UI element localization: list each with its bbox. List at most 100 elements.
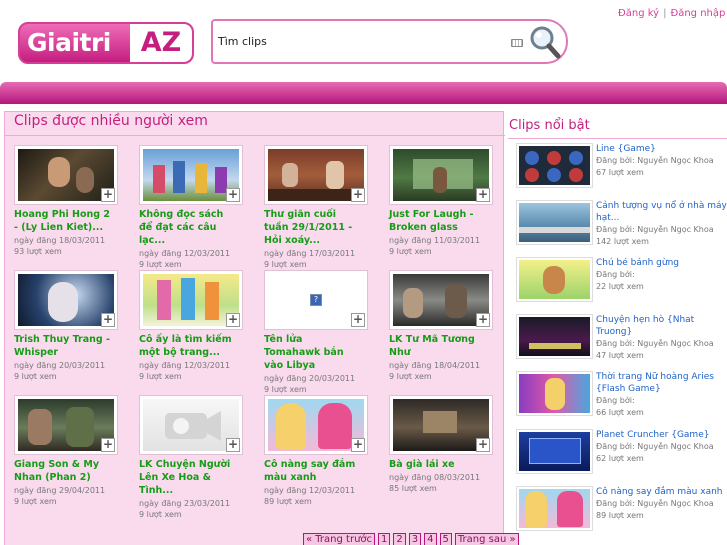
featured-clip-thumbnail[interactable] — [516, 257, 593, 302]
featured-clip-author: Đăng bởi: Nguyễn Ngọc Khoa — [596, 442, 714, 451]
featured-clip-title[interactable]: Chuyện hẹn hò {Nhat Truong} — [596, 314, 727, 338]
clip-title[interactable]: Just For Laugh - Broken glass — [389, 208, 485, 234]
clip-card[interactable]: + Hoang Phi Hong 2 - (Ly Lien Kiet)... n… — [14, 145, 130, 256]
featured-clip-views: 66 lượt xem — [596, 408, 644, 417]
page-link[interactable]: 2 — [393, 533, 406, 545]
featured-clip-thumbnail[interactable] — [516, 143, 593, 188]
clip-title[interactable]: Giang Son & My Nhan (Phan 2) — [14, 458, 110, 484]
clip-thumbnail[interactable]: + — [264, 145, 368, 205]
page-link[interactable]: 1 — [378, 533, 391, 545]
clip-thumbnail[interactable]: + — [14, 270, 118, 330]
clip-title[interactable]: Không đọc sách để đạt các câu lạc... — [139, 208, 235, 247]
clip-thumbnail[interactable]: + — [14, 395, 118, 455]
clip-card[interactable]: + Just For Laugh - Broken glass ngày đăn… — [389, 145, 505, 256]
clip-thumbnail[interactable]: + — [389, 145, 493, 205]
login-link[interactable]: Đăng nhập — [670, 8, 725, 19]
featured-clip-title[interactable]: Planet Cruncher {Game} — [596, 429, 727, 441]
clip-card[interactable]: + Cô nàng say đắm màu xanh ngày đăng 12/… — [264, 395, 380, 506]
search-icon[interactable] — [529, 25, 561, 59]
clip-title[interactable]: Tên lửa Tomahawk bắn vào Libya — [264, 333, 360, 372]
next-page-link[interactable]: Trang sau » — [454, 533, 519, 545]
add-icon[interactable]: + — [351, 438, 365, 452]
divider — [5, 135, 505, 136]
add-icon[interactable]: + — [101, 188, 115, 202]
featured-clip-title[interactable]: Line {Game} — [596, 143, 727, 155]
link-separator: | — [663, 8, 667, 19]
clip-views: 9 lượt xem — [14, 497, 57, 506]
featured-clip-title[interactable]: Thời trang Nữ hoàng Aries {Flash Game} — [596, 371, 727, 395]
clip-title[interactable]: LK Tư Mã Tương Như — [389, 333, 485, 359]
add-icon[interactable]: + — [101, 313, 115, 327]
site-logo[interactable]: Giaitri AZ — [18, 22, 194, 64]
clip-views: 85 lượt xem — [389, 484, 437, 493]
add-icon[interactable]: + — [101, 438, 115, 452]
clip-title[interactable]: Hoang Phi Hong 2 - (Ly Lien Kiet)... — [14, 208, 110, 234]
add-icon[interactable]: + — [351, 313, 365, 327]
add-icon[interactable]: + — [226, 313, 240, 327]
clip-card[interactable]: + Cô ấy là tìm kiếm một bộ trang... ngày… — [139, 270, 255, 381]
clip-thumbnail[interactable]: + — [139, 145, 243, 205]
clip-views: 9 lượt xem — [264, 260, 307, 269]
featured-clip-thumbnail[interactable] — [516, 486, 593, 531]
clip-card[interactable]: + LK Chuyện Người Lên Xe Hoa & Tình... n… — [139, 395, 255, 519]
featured-clip-views: 89 lượt xem — [596, 511, 644, 520]
featured-clip-thumbnail[interactable] — [516, 371, 593, 416]
search-box: Tìm clips — [211, 19, 568, 64]
add-icon[interactable]: + — [351, 188, 365, 202]
register-link[interactable]: Đăng ký — [618, 8, 659, 19]
page-link[interactable]: 4 — [424, 533, 437, 545]
clip-title[interactable]: Cô nàng say đắm màu xanh — [264, 458, 360, 484]
featured-clip-title[interactable]: Cảnh tượng vụ nổ ở nhà máy hạt... — [596, 200, 727, 224]
clip-card[interactable]: ? + Tên lửa Tomahawk bắn vào Libya ngày … — [264, 270, 380, 394]
clip-card[interactable]: + Bà già lái xe ngày đăng 08/03/2011 85 … — [389, 395, 505, 493]
clip-thumbnail[interactable]: + — [389, 270, 493, 330]
panel-title: Clips được nhiều người xem — [14, 113, 208, 129]
clip-thumbnail[interactable]: + — [139, 270, 243, 330]
video-camera-icon — [165, 411, 221, 441]
add-icon[interactable]: + — [476, 313, 490, 327]
clip-card[interactable]: + Giang Son & My Nhan (Phan 2) ngày đăng… — [14, 395, 130, 506]
search-input[interactable]: Tìm clips — [218, 35, 267, 48]
add-icon[interactable]: + — [226, 188, 240, 202]
clip-thumbnail[interactable]: + — [264, 395, 368, 455]
featured-clip-author: Đăng bởi: Nguyễn Ngọc Khoa — [596, 225, 714, 234]
clip-title[interactable]: LK Chuyện Người Lên Xe Hoa & Tình... — [139, 458, 235, 497]
logo-text-giaitri: Giaitri — [27, 28, 111, 57]
clip-date: ngày đăng 12/03/2011 — [139, 361, 231, 370]
featured-clip-thumbnail[interactable] — [516, 314, 593, 359]
clip-thumbnail[interactable]: + — [139, 395, 243, 455]
featured-clip-title[interactable]: Cô nàng say đắm màu xanh — [596, 486, 727, 498]
clip-card[interactable]: + LK Tư Mã Tương Như ngày đăng 18/04/201… — [389, 270, 505, 381]
clip-card[interactable]: + Thư giãn cuối tuần 29/1/2011 - Hỏi xoá… — [264, 145, 380, 269]
page-link[interactable]: 3 — [408, 533, 422, 545]
keyboard-icon[interactable] — [511, 39, 523, 47]
add-icon[interactable]: + — [476, 438, 490, 452]
clip-thumbnail[interactable]: ? + — [264, 270, 368, 330]
clip-date: ngày đăng 12/03/2011 — [139, 249, 231, 258]
clip-thumbnail[interactable]: + — [14, 145, 118, 205]
page-link[interactable]: 5 — [439, 533, 452, 545]
clip-date: ngày đăng 20/03/2011 — [264, 374, 356, 383]
featured-clip-title[interactable]: Chú bé bánh gừng — [596, 257, 727, 269]
featured-clip-thumbnail[interactable] — [516, 429, 593, 474]
clip-thumbnail[interactable]: + — [389, 395, 493, 455]
add-icon[interactable]: + — [226, 438, 240, 452]
clip-date: ngày đăng 17/03/2011 — [264, 249, 356, 258]
featured-clip-author: Đăng bởi: Nguyễn Ngọc Khoa — [596, 156, 714, 165]
clip-views: 9 lượt xem — [139, 510, 182, 519]
clip-card[interactable]: + Trish Thuy Trang - Whisper ngày đăng 2… — [14, 270, 130, 381]
featured-clip-views: 142 lượt xem — [596, 237, 649, 246]
featured-clip-thumbnail[interactable] — [516, 200, 593, 245]
clip-title[interactable]: Trish Thuy Trang - Whisper — [14, 333, 110, 359]
featured-clip-author: Đăng bởi: — [596, 396, 635, 405]
clip-title[interactable]: Bà già lái xe — [389, 458, 485, 471]
clip-title[interactable]: Thư giãn cuối tuần 29/1/2011 - Hỏi xoáy.… — [264, 208, 360, 247]
add-icon[interactable]: + — [476, 188, 490, 202]
clip-card[interactable]: + Không đọc sách để đạt các câu lạc... n… — [139, 145, 255, 269]
prev-page-link[interactable]: « Trang trước — [303, 533, 376, 545]
page: Giaitri AZ Tìm clips Đăng ký | Đăng nhập C… — [0, 0, 727, 545]
featured-clip-views: 22 lượt xem — [596, 282, 644, 291]
clip-title[interactable]: Cô ấy là tìm kiếm một bộ trang... — [139, 333, 235, 359]
featured-clip-views: 47 lượt xem — [596, 351, 644, 360]
divider — [508, 138, 727, 139]
